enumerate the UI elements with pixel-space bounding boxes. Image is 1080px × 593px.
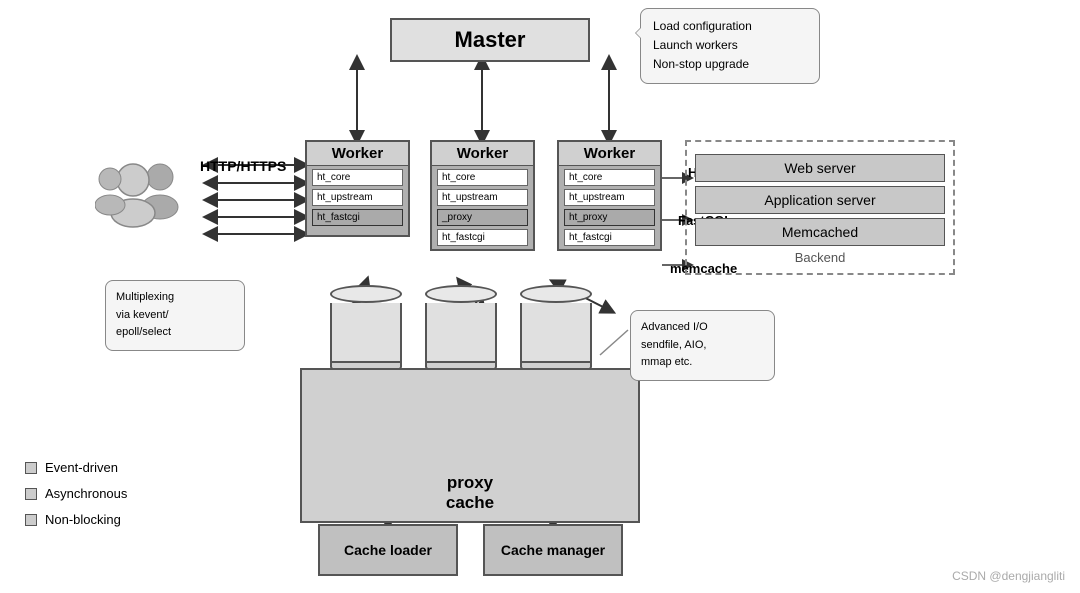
worker-box-1: Worker ht_core ht_upstream ht_fastcgi xyxy=(305,140,410,237)
multiplex-line1: Multiplexing xyxy=(116,289,234,307)
master-bubble: Load configuration Launch workers Non-st… xyxy=(640,8,820,84)
worker2-mod2: ht_upstream xyxy=(437,189,528,206)
worker-box-2: Worker ht_core ht_upstream _proxy ht_fas… xyxy=(430,140,535,251)
legend-box-1 xyxy=(25,462,37,474)
adv-line3: mmap etc. xyxy=(641,354,764,372)
worker2-title: Worker xyxy=(432,142,533,166)
worker1-title: Worker xyxy=(307,142,408,166)
users-icon xyxy=(95,155,185,248)
adv-line1: Advanced I/O xyxy=(641,319,764,337)
cylinder-2 xyxy=(425,285,497,373)
cylinder-3 xyxy=(520,285,592,373)
http-https-label: HTTP/HTTPS xyxy=(200,158,286,174)
master-label: Master xyxy=(455,27,526,53)
proxy-cache-box: proxycache xyxy=(300,368,640,523)
cyl3-body xyxy=(520,303,592,363)
memcached-box: Memcached xyxy=(695,218,945,246)
cylinder-1 xyxy=(330,285,402,373)
advanced-io-bubble: Advanced I/O sendfile, AIO, mmap etc. xyxy=(630,310,775,381)
cyl2-top xyxy=(425,285,497,303)
legend-box-2 xyxy=(25,488,37,500)
backend-label: Backend xyxy=(695,250,945,265)
worker3-mod1: ht_core xyxy=(564,169,655,186)
cyl3-top xyxy=(520,285,592,303)
cyl2-body xyxy=(425,303,497,363)
cyl1-body xyxy=(330,303,402,363)
application-server-box: Application server xyxy=(695,186,945,214)
legend-item-3: Non-blocking xyxy=(25,507,127,533)
worker2-mod4: ht_fastcgi xyxy=(437,229,528,246)
backend-container: Web server Application server Memcached … xyxy=(685,140,955,275)
cache-manager-label: Cache manager xyxy=(501,542,605,558)
worker3-mod4: ht_fastcgi xyxy=(564,229,655,246)
worker3-mod3: ht_proxy xyxy=(564,209,655,226)
cyl1-top xyxy=(330,285,402,303)
cache-loader-label: Cache loader xyxy=(344,542,432,558)
master-bubble-line1: Load configuration xyxy=(653,17,807,36)
legend-item-1: Event-driven xyxy=(25,455,127,481)
worker2-mod1: ht_core xyxy=(437,169,528,186)
worker-box-3: Worker ht_core ht_upstream ht_proxy ht_f… xyxy=(557,140,662,251)
multiplex-line3: epoll/select xyxy=(116,324,234,342)
master-bubble-line2: Launch workers xyxy=(653,36,807,55)
legend-label-3: Non-blocking xyxy=(45,507,121,533)
worker3-mod2: ht_upstream xyxy=(564,189,655,206)
master-bubble-line3: Non-stop upgrade xyxy=(653,55,807,74)
legend: Event-driven Asynchronous Non-blocking xyxy=(25,455,127,533)
diagram-container: Master Load configuration Launch workers… xyxy=(0,0,1080,593)
multiplex-bubble: Multiplexing via kevent/ epoll/select xyxy=(105,280,245,351)
cache-loader-box: Cache loader xyxy=(318,524,458,576)
legend-item-2: Asynchronous xyxy=(25,481,127,507)
legend-label-1: Event-driven xyxy=(45,455,118,481)
master-box: Master xyxy=(390,18,590,62)
csdn-watermark: CSDN @dengjiangliti xyxy=(952,569,1065,583)
legend-box-3 xyxy=(25,514,37,526)
worker3-title: Worker xyxy=(559,142,660,166)
proxy-cache-label: proxycache xyxy=(446,473,494,513)
worker1-mod2: ht_upstream xyxy=(312,189,403,206)
cache-manager-box: Cache manager xyxy=(483,524,623,576)
adv-line2: sendfile, AIO, xyxy=(641,337,764,355)
legend-label-2: Asynchronous xyxy=(45,481,127,507)
worker1-mod1: ht_core xyxy=(312,169,403,186)
multiplex-line2: via kevent/ xyxy=(116,307,234,325)
web-server-box: Web server xyxy=(695,154,945,182)
worker2-mod3: _proxy xyxy=(437,209,528,226)
worker1-mod3: ht_fastcgi xyxy=(312,209,403,226)
